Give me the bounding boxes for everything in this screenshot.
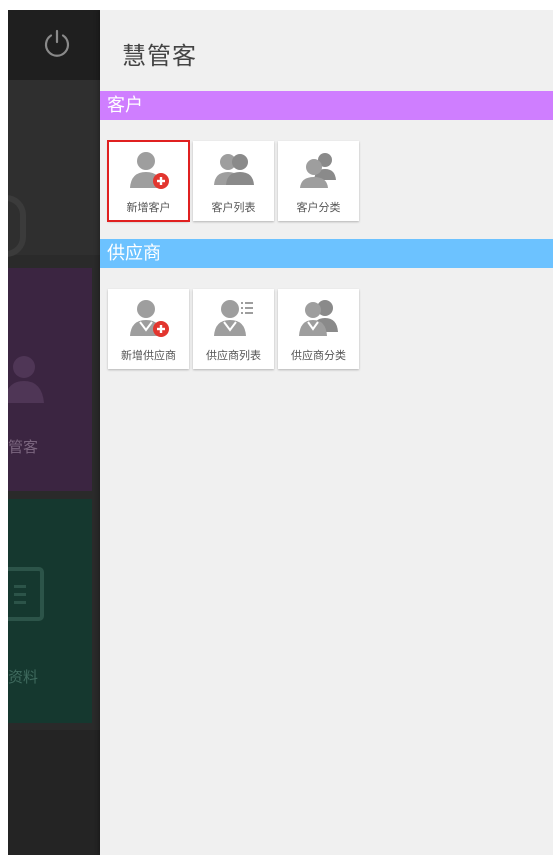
tile-label: 新增供应商 [121, 349, 176, 362]
book-icon [8, 567, 44, 621]
background-topbar [8, 10, 100, 80]
add-supplier-icon [130, 300, 169, 337]
side-panel: 慧管客 客户 新增客户 客户列表 客户分类 供应商 新增供应商 供应商列表 供应… [100, 10, 553, 855]
section-header-customer: 客户 [100, 91, 553, 120]
background-tile-label: 资料 [8, 668, 39, 686]
background-tile-label: 管客 [8, 438, 39, 456]
people-icon [214, 154, 254, 185]
background-app: 管客 资料 [8, 10, 100, 855]
person-icon [8, 356, 44, 403]
categorize-people-icon [300, 153, 336, 188]
tile-label: 客户列表 [211, 201, 256, 214]
background-tile-customers: 管客 [8, 268, 92, 491]
supplier-list-icon [214, 300, 253, 336]
app-frame: 管客 资料 慧管客 客户 新增客户 客户列表 客户分类 供应商 新增供应商 供应… [8, 10, 553, 855]
section-header-supplier: 供应商 [100, 239, 553, 268]
tile-label: 供应商分类 [291, 349, 346, 362]
panel-title: 慧管客 [122, 42, 197, 70]
tile-label: 客户分类 [296, 201, 341, 214]
tile-label: 供应商列表 [206, 349, 261, 362]
background-row [8, 80, 100, 257]
background-bottom [8, 730, 100, 855]
customer-tiles: 新增客户 客户列表 客户分类 [107, 140, 359, 222]
supplier-list-button[interactable]: 供应商列表 [193, 289, 274, 369]
background-glyph-icon [8, 195, 26, 257]
supplier-group-icon [299, 300, 338, 336]
supplier-category-button[interactable]: 供应商分类 [278, 289, 359, 369]
customer-list-button[interactable]: 客户列表 [193, 141, 274, 221]
add-supplier-button[interactable]: 新增供应商 [108, 289, 189, 369]
tile-label: 新增客户 [126, 201, 171, 214]
background-tile-data: 资料 [8, 499, 92, 723]
add-person-icon [130, 152, 169, 189]
customer-category-button[interactable]: 客户分类 [278, 141, 359, 221]
supplier-tiles: 新增供应商 供应商列表 供应商分类 [108, 289, 359, 369]
power-icon[interactable] [42, 28, 72, 58]
add-customer-button[interactable]: 新增客户 [107, 140, 190, 222]
